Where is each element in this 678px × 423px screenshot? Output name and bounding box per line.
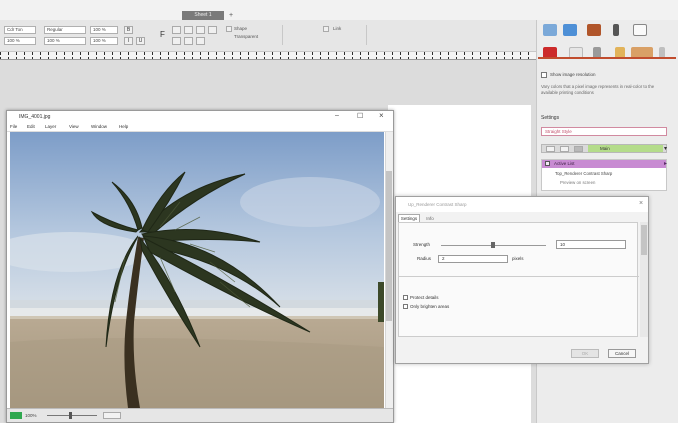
transparency-label: Transparent xyxy=(234,34,259,39)
window-icon[interactable] xyxy=(633,24,647,36)
tab-strip xyxy=(0,0,678,20)
align-justify-icon[interactable] xyxy=(208,26,217,34)
link-checkbox[interactable] xyxy=(226,26,232,32)
menu-edit[interactable]: Edit xyxy=(27,124,35,129)
menu-file[interactable]: File xyxy=(10,124,17,129)
show-resolution-label: Show image resolution xyxy=(550,72,596,77)
radius-unit: pixels xyxy=(512,256,524,261)
dialog-title: Up_Renderer Contrast Sharp xyxy=(396,197,648,212)
image-library-icon[interactable] xyxy=(563,24,577,36)
ok-button[interactable]: OK xyxy=(571,349,599,358)
menu-help[interactable]: Help xyxy=(119,124,128,129)
tab-info[interactable]: Info xyxy=(422,215,438,222)
toolbar-divider xyxy=(282,25,283,45)
active-list-checkbox[interactable] xyxy=(545,161,550,166)
zoom-fit-button[interactable] xyxy=(103,412,121,419)
preset-value[interactable]: Main xyxy=(588,145,663,152)
show-resolution-checkbox[interactable] xyxy=(541,72,547,78)
list-arrow-icon[interactable]: ▸ xyxy=(664,160,667,167)
add-preset-button[interactable] xyxy=(546,146,555,152)
dropdown-arrow-icon[interactable]: ▾ xyxy=(664,145,667,152)
align-center-icon[interactable] xyxy=(184,26,193,34)
indent-left-icon[interactable] xyxy=(172,37,181,45)
dot-icon[interactable] xyxy=(613,24,619,36)
link-toggle-checkbox[interactable] xyxy=(323,26,329,32)
italic-button[interactable]: I xyxy=(124,37,133,45)
list-icon[interactable] xyxy=(196,37,205,45)
menu-window[interactable]: Window xyxy=(91,124,107,129)
shape-label: Shape xyxy=(234,26,248,31)
zoom-field[interactable]: 100 % xyxy=(90,26,118,34)
indent-right-icon[interactable] xyxy=(184,37,193,45)
settings-select[interactable]: Straight Style xyxy=(541,127,667,136)
dialog-tab-bar: Settings Info xyxy=(398,214,638,222)
bold-button[interactable]: B xyxy=(124,26,133,34)
tab-settings[interactable]: Settings xyxy=(398,214,420,222)
link-label: Link xyxy=(333,26,342,31)
dialog-scroll-thumb[interactable] xyxy=(641,225,647,255)
align-right-icon[interactable] xyxy=(196,26,205,34)
align-left-icon[interactable] xyxy=(172,26,181,34)
remove-preset-button[interactable] xyxy=(560,146,569,152)
zoom-slider-track[interactable] xyxy=(47,415,97,416)
font-size-field[interactable]: 100 % xyxy=(4,37,36,45)
dialog-close-icon[interactable]: × xyxy=(639,200,643,207)
image-window[interactable]: IMG_4001.jpg – ☐ × File Edit Layer View … xyxy=(6,110,394,423)
radius-input[interactable]: 2 xyxy=(438,255,508,263)
brighten-only-checkbox[interactable] xyxy=(403,304,408,309)
panel-tab-indicator xyxy=(538,57,676,59)
filter-dialog[interactable]: Up_Renderer Contrast Sharp × Settings In… xyxy=(395,196,649,364)
close-button[interactable]: × xyxy=(379,111,384,120)
active-list-item[interactable]: Active List xyxy=(542,160,666,168)
minimize-button[interactable]: – xyxy=(335,112,339,119)
image-menu-bar: File Edit Layer View Window Help xyxy=(7,123,393,132)
menu-layer[interactable]: Layer xyxy=(45,124,56,129)
tab-sheet[interactable]: Sheet 1 xyxy=(182,11,224,20)
zoom-readout: 100% xyxy=(25,413,37,418)
beach-palm-photo[interactable] xyxy=(10,132,384,408)
settings-label: Settings xyxy=(541,115,560,121)
gallery-icon[interactable] xyxy=(587,24,601,36)
strength-slider-handle[interactable] xyxy=(491,242,495,248)
strike-button[interactable]: F xyxy=(160,30,165,39)
status-indicator xyxy=(10,412,22,419)
line-spacing-field[interactable]: 100 % xyxy=(90,37,118,45)
strength-label: Strength xyxy=(413,242,431,247)
font-name-field[interactable]: Cdr Ton xyxy=(4,26,36,34)
maximize-button[interactable]: ☐ xyxy=(357,112,363,120)
char-spacing-field[interactable]: 100 % xyxy=(44,37,86,45)
menu-view[interactable]: View xyxy=(69,124,79,129)
image-status-bar: 100% xyxy=(7,408,393,422)
protect-details-checkbox[interactable] xyxy=(403,295,408,300)
copy-preset-button[interactable] xyxy=(574,146,583,152)
radius-label: Radius xyxy=(417,256,432,261)
underline-button[interactable]: U xyxy=(136,37,145,45)
strength-input[interactable]: 10 xyxy=(556,240,626,249)
zoom-slider-handle[interactable] xyxy=(69,412,72,419)
cancel-button[interactable]: Cancel xyxy=(608,349,636,358)
ruler-band xyxy=(0,55,536,57)
brighten-only-label: Only brighten areas xyxy=(410,304,450,309)
filter-item-detail: Preview on screen xyxy=(560,180,596,185)
format-toolbar: Cdr Ton 100 % Regular 100 % 100 % 100 % … xyxy=(0,20,536,52)
toolbar-divider xyxy=(366,25,367,45)
image-scroll-thumb[interactable] xyxy=(386,171,392,321)
dialog-divider xyxy=(399,276,639,277)
dialog-settings-body: Strength 10 Radius 2 pixels Protect deta… xyxy=(398,222,639,337)
pictures-icon[interactable] xyxy=(543,24,557,36)
protect-details-label: Protect details xyxy=(410,295,439,300)
add-tab-button[interactable]: + xyxy=(227,11,235,20)
filter-item-label[interactable]: Top_Renderer Contrast Sharp xyxy=(555,171,612,176)
panel-description: Vary colors that a pixel image represent… xyxy=(541,84,655,95)
font-style-field[interactable]: Regular xyxy=(44,26,86,34)
